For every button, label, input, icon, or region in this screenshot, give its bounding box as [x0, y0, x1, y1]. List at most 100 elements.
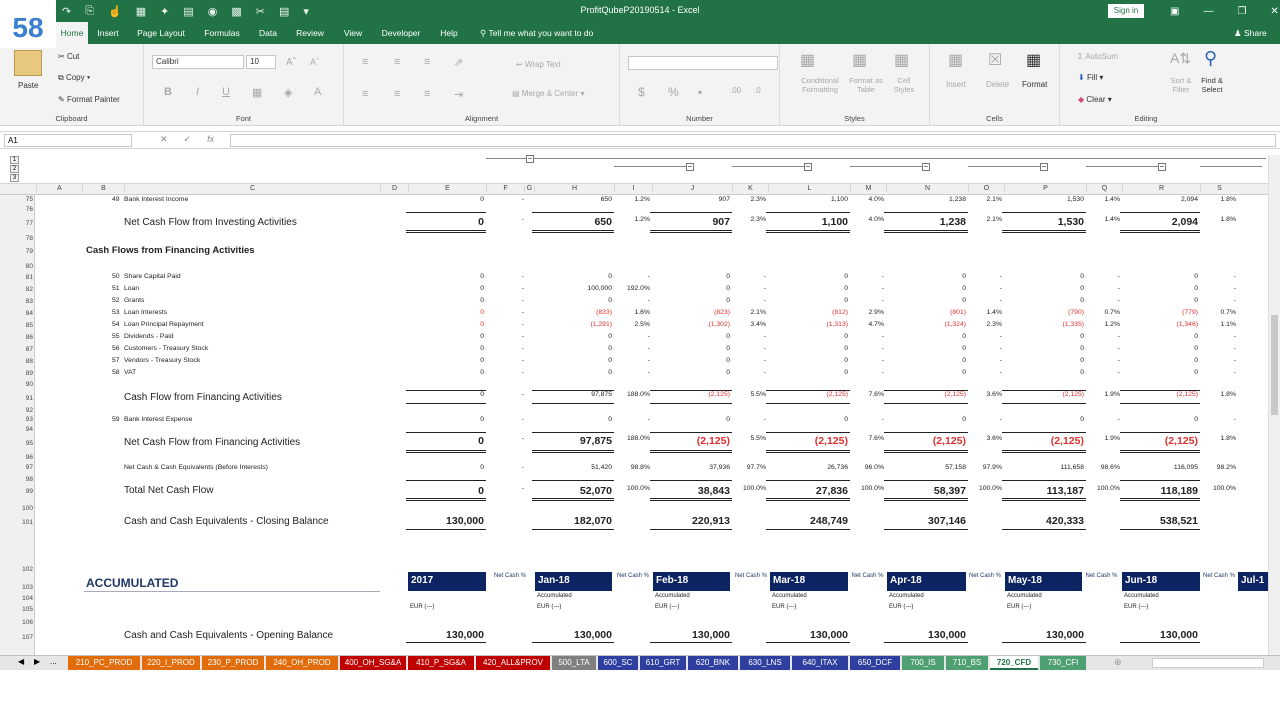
middle-align-icon[interactable]: ≡	[394, 56, 400, 68]
sheet-tab[interactable]: 400_OH_SG&A	[340, 656, 406, 670]
cell-styles-button[interactable]: Cell Styles	[888, 76, 920, 94]
enter-icon[interactable]: ✓	[184, 134, 192, 145]
row-header[interactable]: 82	[0, 284, 35, 296]
sheet-tab[interactable]: 710_BS	[946, 656, 988, 670]
insert-cells-icon[interactable]: ▦	[948, 50, 963, 70]
row-header[interactable]: 102	[0, 564, 35, 576]
row-header[interactable]: 100	[0, 503, 35, 515]
font-family-select[interactable]: Calibri	[152, 55, 244, 69]
col-header-e[interactable]: E	[408, 185, 486, 192]
row-header[interactable]: 90	[0, 380, 35, 390]
col-header-n[interactable]: N	[886, 185, 968, 192]
collapse-subgroup-icon[interactable]: –	[1040, 163, 1048, 171]
vertical-scrollbar[interactable]	[1268, 155, 1280, 655]
sheet-tab[interactable]: 600_SC	[598, 656, 638, 670]
sign-in-button[interactable]: Sign in	[1108, 4, 1144, 18]
insert-function-icon[interactable]: fx	[207, 134, 214, 145]
row-header[interactable]: 89	[0, 368, 35, 380]
orientation-icon[interactable]: ⇗	[454, 56, 463, 69]
top-align-icon[interactable]: ≡	[362, 56, 368, 68]
horizontal-scrollbar[interactable]	[1152, 658, 1264, 668]
cancel-icon[interactable]: ✕	[160, 134, 168, 145]
row-header[interactable]: 95	[0, 437, 35, 451]
align-center-icon[interactable]: ≡	[394, 88, 400, 100]
percent-icon[interactable]: %	[668, 85, 679, 99]
col-header-o[interactable]: O	[968, 185, 1004, 192]
tab-insert[interactable]: Insert	[92, 22, 124, 44]
col-header-h[interactable]: H	[534, 185, 614, 192]
underline-icon[interactable]: U	[222, 86, 230, 98]
sheet-tab[interactable]: 700_IS	[902, 656, 944, 670]
conditional-formatting-button[interactable]: Conditional Formatting	[798, 76, 842, 94]
tell-me-box[interactable]: ⚲ Tell me what you want to do	[480, 22, 593, 44]
col-header-l[interactable]: L	[768, 185, 850, 192]
row-header[interactable]: 81	[0, 272, 35, 284]
col-header-i[interactable]: I	[614, 185, 652, 192]
sheet-tab[interactable]: 720_CFD	[990, 656, 1038, 670]
sheet-tab[interactable]: 420_ALL&PROV	[476, 656, 550, 670]
row-header[interactable]: 93	[0, 415, 35, 425]
outline-level-2[interactable]: 2	[10, 165, 19, 173]
delete-cells-icon[interactable]: ☒	[988, 50, 1002, 70]
name-box[interactable]: A1	[4, 134, 132, 147]
font-color-icon[interactable]: A	[314, 86, 321, 98]
conditional-formatting-icon[interactable]: ▦	[800, 50, 815, 70]
find-select-button[interactable]: Find & Select	[1196, 76, 1228, 94]
increase-font-icon[interactable]: Aˆ	[286, 57, 296, 68]
col-header-j[interactable]: J	[652, 185, 732, 192]
sheet-tab[interactable]: 610_GRT	[640, 656, 686, 670]
row-header[interactable]: 94	[0, 425, 35, 435]
sheet-tab[interactable]: 210_PC_PROD	[68, 656, 140, 670]
row-header[interactable]: 96	[0, 453, 35, 463]
bold-icon[interactable]: B	[164, 86, 172, 98]
row-header[interactable]: 83	[0, 296, 35, 308]
paste-button[interactable]: Paste	[18, 81, 38, 90]
vertical-scroll-thumb[interactable]	[1271, 315, 1278, 415]
cut-button[interactable]: ✂ Cut	[58, 52, 79, 61]
row-header[interactable]: 87	[0, 344, 35, 356]
tab-review[interactable]: Review	[292, 22, 328, 44]
sheet-tab[interactable]: 640_ITAX	[792, 656, 848, 670]
col-header-r[interactable]: R	[1122, 185, 1200, 192]
autosum-button[interactable]: Σ AutoSum	[1078, 52, 1118, 61]
collapse-subgroup-icon[interactable]: –	[1158, 163, 1166, 171]
copy-button[interactable]: ⧉ Copy ▾	[58, 73, 90, 83]
tab-home[interactable]: Home	[56, 22, 88, 44]
format-painter-button[interactable]: ✎ Format Painter	[58, 95, 120, 104]
tab-formulas[interactable]: Formulas	[200, 22, 244, 44]
bottom-align-icon[interactable]: ≡	[424, 56, 430, 68]
sheet-tab[interactable]: 410_P_SG&A	[408, 656, 474, 670]
sheet-tab[interactable]: 500_LTA	[552, 656, 596, 670]
col-header-m[interactable]: M	[850, 185, 886, 192]
row-header[interactable]: 77	[0, 217, 35, 231]
more-sheets-icon[interactable]: ...	[50, 657, 57, 666]
row-header[interactable]: 85	[0, 320, 35, 332]
decrease-decimal-icon[interactable]: .0	[754, 86, 761, 95]
row-header[interactable]: 97	[0, 463, 35, 473]
col-header-k[interactable]: K	[732, 185, 768, 192]
collapse-subgroup-icon[interactable]: –	[804, 163, 812, 171]
sort-filter-button[interactable]: Sort & Filter	[1168, 76, 1194, 94]
font-size-select[interactable]: 10	[246, 55, 276, 69]
col-header-c[interactable]: C	[124, 185, 380, 192]
sheet-tab[interactable]: 230_P_PROD	[202, 656, 264, 670]
add-sheet-icon[interactable]: ⊕	[1114, 657, 1122, 668]
formula-input[interactable]	[230, 134, 1276, 147]
format-cells-button[interactable]: Format	[1022, 80, 1047, 89]
worksheet-grid[interactable]: 75 76 77 78 79 80 81 82 83 84 85 86 87 88 89 90 91 92 93 94…	[0, 195, 1268, 655]
decrease-font-icon[interactable]: Aˇ	[310, 57, 319, 67]
tab-help[interactable]: Help	[434, 22, 464, 44]
insert-cells-button[interactable]: Insert	[946, 80, 966, 89]
row-header[interactable]: 101	[0, 516, 35, 530]
row-header[interactable]: 106	[0, 616, 35, 630]
clear-button[interactable]: ◆ Clear ▾	[1078, 95, 1112, 104]
prev-sheet-icon[interactable]: ◀	[18, 657, 24, 666]
comma-icon[interactable]: ▪	[698, 85, 702, 99]
cell-styles-icon[interactable]: ▦	[894, 50, 909, 70]
tab-developer[interactable]: Developer	[378, 22, 424, 44]
row-header[interactable]: 104	[0, 594, 35, 604]
outline-level-1[interactable]: 1	[10, 156, 19, 164]
row-header[interactable]: 98	[0, 475, 35, 485]
borders-icon[interactable]: ▦	[252, 86, 262, 99]
increase-decimal-icon[interactable]: .00	[730, 86, 741, 95]
